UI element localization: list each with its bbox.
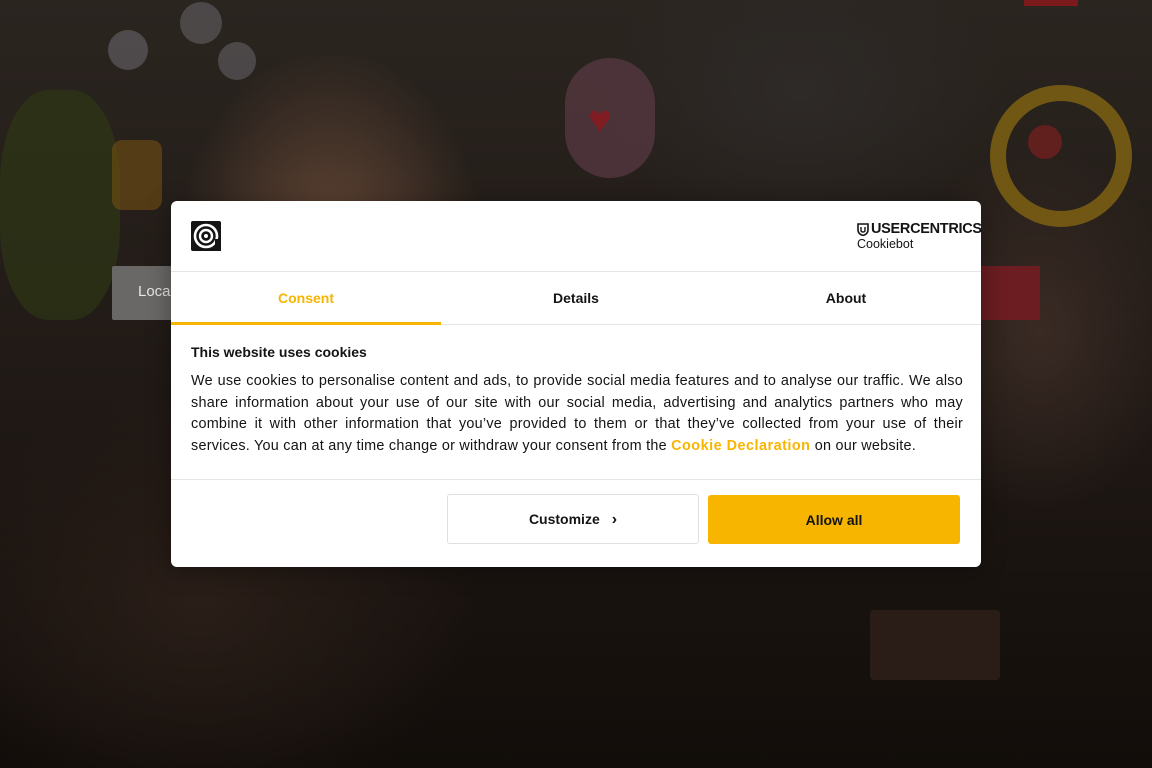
customize-button-label: Customize (528, 511, 600, 527)
wall-logo-decoration (112, 140, 162, 210)
ring-logo-center (1028, 125, 1062, 159)
plant-decoration (0, 90, 120, 320)
header-action-button[interactable] (1024, 0, 1078, 6)
cookie-consent-dialog: USERCENTRICS Cookiebot Consent Details A… (171, 201, 982, 568)
consent-heading: This website uses cookies (191, 344, 367, 360)
lamp-decoration (218, 42, 256, 80)
background-search-label: Loca (138, 283, 171, 300)
tab-details[interactable]: Details (441, 272, 711, 324)
cookiebot-product-text: Cookiebot (857, 237, 914, 251)
ring-logo-decoration (990, 85, 1132, 227)
cookie-declaration-link[interactable]: Cookie Declaration (671, 438, 810, 454)
shield-icon (857, 222, 869, 236)
page-background: ♥ Loca h USERCENTRICS (0, 0, 1152, 768)
counter-decoration (870, 610, 1000, 680)
consent-body: This website uses cookies We use cookies… (191, 344, 963, 457)
usercentrics-cookiebot-logo[interactable]: USERCENTRICS Cookiebot (857, 221, 982, 253)
chevron-right-icon: › (611, 511, 618, 528)
heart-icon: ♥ (588, 98, 612, 142)
lamp-decoration (108, 30, 148, 70)
consent-text-after-link: on our website. (810, 437, 917, 454)
dialog-tabs: Consent Details About (171, 272, 981, 325)
site-logo-icon (191, 221, 221, 251)
dialog-footer: Customize › Allow all (171, 479, 981, 568)
tab-consent[interactable]: Consent (171, 272, 441, 325)
tab-about[interactable]: About (711, 272, 981, 324)
dialog-header: USERCENTRICS Cookiebot (171, 201, 982, 272)
allow-all-button[interactable]: Allow all (708, 495, 960, 544)
lamp-decoration (180, 2, 222, 44)
customize-button[interactable]: Customize › (447, 494, 699, 544)
consent-description: We use cookies to personalise content an… (191, 371, 963, 457)
usercentrics-brand: USERCENTRICS (857, 221, 982, 237)
usercentrics-brand-text: USERCENTRICS (871, 221, 982, 237)
